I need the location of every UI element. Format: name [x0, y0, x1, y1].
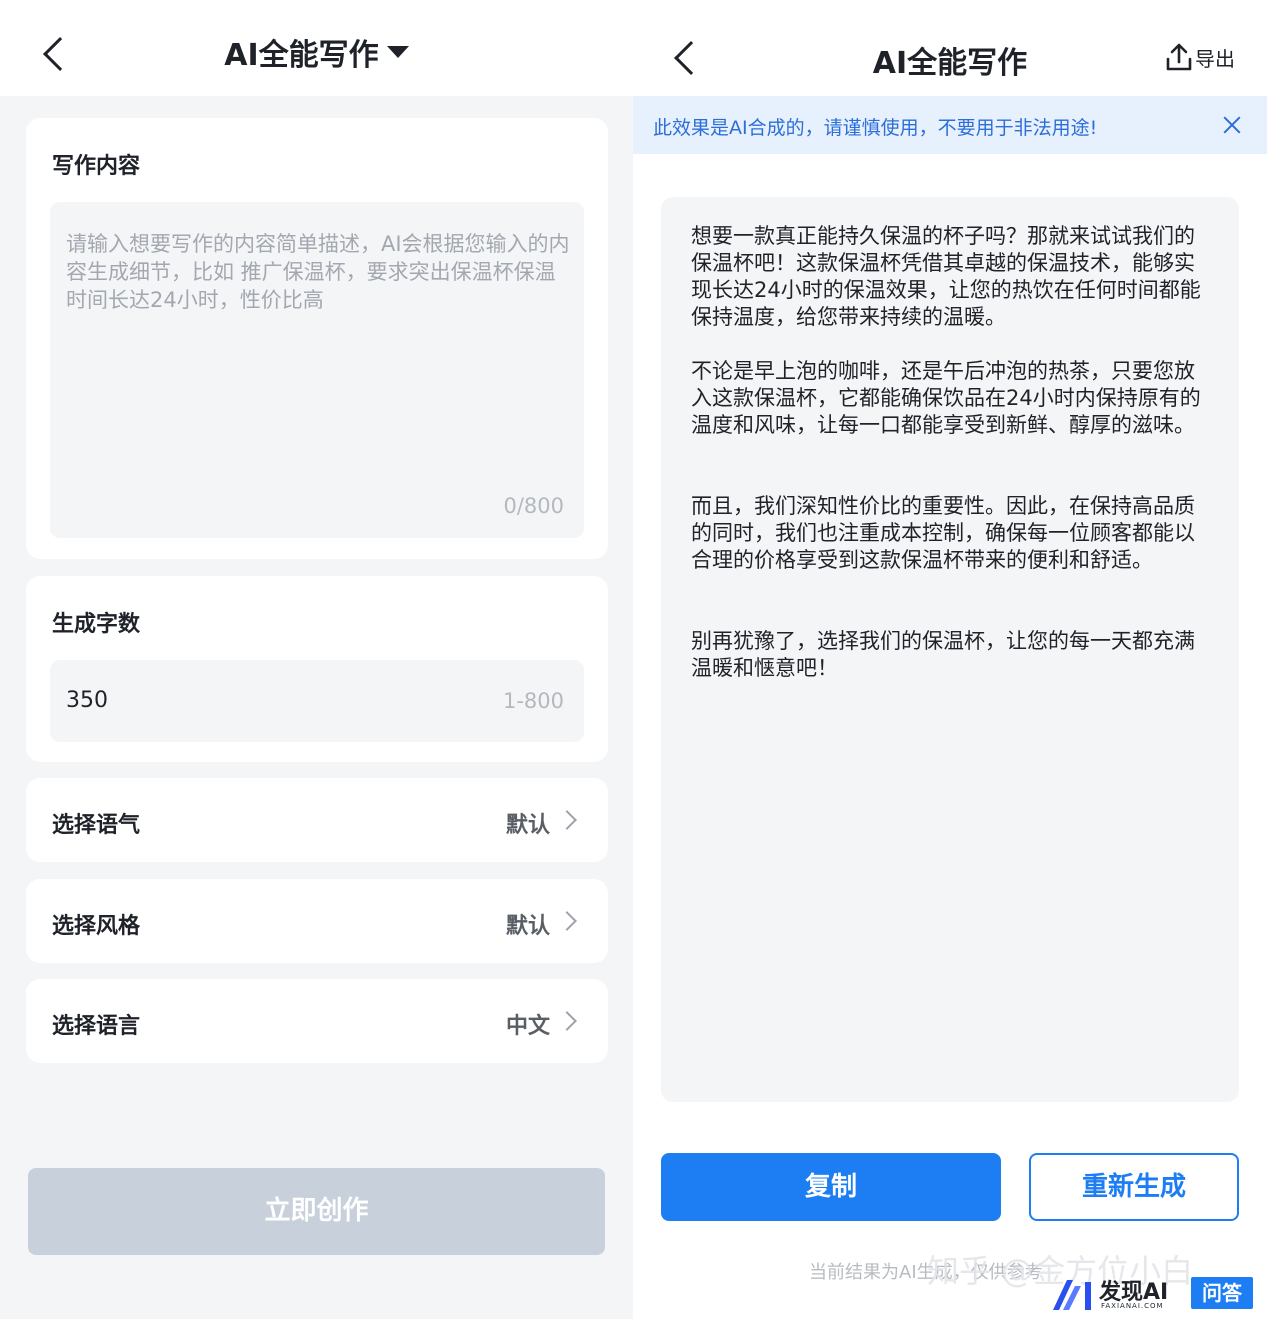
left-panel: AI全能写作 写作内容 请输入想要写作的内容简单描述，AI会根据您输入的内容生成…	[0, 0, 633, 1319]
faxianai-badge: 发现AI FAXIANAI.COM 问答	[1051, 1274, 1261, 1314]
content-placeholder: 请输入想要写作的内容简单描述，AI会根据您输入的内容生成细节，比如 推广保温杯，…	[66, 232, 570, 312]
page-title: AI全能写作	[224, 38, 379, 73]
style-selector[interactable]: 选择风格 默认	[26, 879, 608, 963]
regenerate-button[interactable]: 重新生成	[1029, 1153, 1239, 1221]
tone-selector[interactable]: 选择语气 默认	[26, 778, 608, 862]
title-dropdown[interactable]: AI全能写作	[0, 30, 633, 74]
language-selector[interactable]: 选择语言 中文	[26, 979, 608, 1063]
result-paragraph: 不论是早上泡的咖啡，还是午后冲泡的热茶，只要您放入这款保温杯，它都能确保饮品在2…	[691, 359, 1201, 437]
content-textarea[interactable]: 请输入想要写作的内容简单描述，AI会根据您输入的内容生成细节，比如 推广保温杯，…	[50, 202, 584, 538]
result-text-box: 想要一款真正能持久保温的杯子吗？那就来试试我们的保温杯吧！这款保温杯凭借其卓越的…	[661, 197, 1239, 1102]
create-button[interactable]: 立即创作	[28, 1168, 605, 1255]
badge-qa: 问答	[1191, 1277, 1253, 1309]
content-card: 写作内容 请输入想要写作的内容简单描述，AI会根据您输入的内容生成细节，比如 推…	[26, 118, 608, 559]
wordcount-value: 350	[66, 688, 108, 713]
content-label: 写作内容	[52, 154, 141, 179]
disclaimer-banner: 此效果是AI合成的，请谨慎使用，不要用于非法用途!	[633, 96, 1267, 154]
style-value: 默认	[505, 914, 550, 939]
chevron-right-icon	[557, 1011, 577, 1031]
wordcount-input[interactable]: 350 1-800	[50, 660, 584, 742]
badge-domain: FAXIANAI.COM	[1101, 1302, 1164, 1310]
faxianai-logo-icon	[1053, 1280, 1091, 1310]
language-label: 选择语言	[52, 1014, 141, 1039]
char-counter: 0/800	[503, 494, 564, 518]
close-icon[interactable]	[1221, 114, 1243, 136]
right-panel: AI全能写作 导出 此效果是AI合成的，请谨慎使用，不要用于非法用途! 想要一款…	[633, 0, 1267, 1319]
tone-value: 默认	[505, 813, 550, 838]
tone-label: 选择语气	[52, 813, 141, 838]
wordcount-label: 生成字数	[52, 612, 141, 637]
copy-button[interactable]: 复制	[661, 1153, 1001, 1221]
left-header: AI全能写作	[0, 0, 633, 96]
result-paragraph: 想要一款真正能持久保温的杯子吗？那就来试试我们的保温杯吧！这款保温杯凭借其卓越的…	[691, 224, 1201, 329]
dropdown-caret-icon	[386, 46, 409, 58]
wordcount-card: 生成字数 350 1-800	[26, 576, 608, 762]
export-icon	[1166, 43, 1192, 71]
chevron-right-icon	[557, 810, 577, 830]
disclaimer-text: 此效果是AI合成的，请谨慎使用，不要用于非法用途!	[653, 117, 1098, 139]
style-label: 选择风格	[52, 914, 141, 939]
export-label: 导出	[1195, 47, 1235, 71]
chevron-right-icon	[557, 911, 577, 931]
language-value: 中文	[505, 1014, 550, 1039]
result-paragraph: 别再犹豫了，选择我们的保温杯，让您的每一天都充满温暖和惬意吧！	[691, 629, 1195, 680]
result-paragraph: 而且，我们深知性价比的重要性。因此，在保持高品质的同时，我们也注重成本控制，确保…	[691, 494, 1195, 572]
wordcount-range: 1-800	[502, 689, 564, 713]
